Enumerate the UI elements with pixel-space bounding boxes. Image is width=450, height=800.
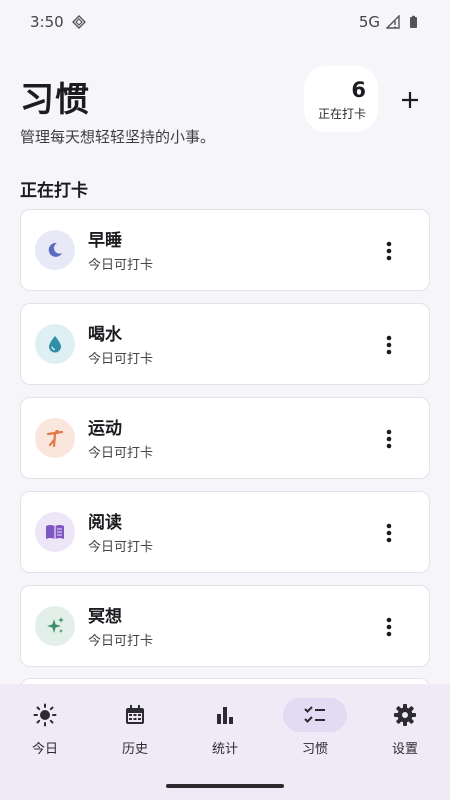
nfc-icon bbox=[71, 15, 86, 29]
active-count-value: 6 bbox=[351, 77, 366, 102]
nav-icon-wrap bbox=[373, 698, 437, 732]
habit-icon-badge bbox=[35, 418, 75, 458]
checklist-icon bbox=[304, 706, 325, 723]
habit-texts: 阅读 今日可打卡 bbox=[88, 512, 153, 555]
more-vert-icon bbox=[386, 523, 392, 543]
more-vert-icon bbox=[386, 241, 392, 261]
status-right: 5G bbox=[359, 13, 420, 31]
habit-status: 今日可打卡 bbox=[88, 258, 154, 273]
signal-icon bbox=[386, 15, 400, 29]
habit-status: 今日可打卡 bbox=[88, 540, 154, 555]
calendar-icon bbox=[126, 705, 144, 724]
book-icon bbox=[46, 525, 64, 539]
habit-name: 喝水 bbox=[88, 325, 122, 345]
habit-card[interactable]: 运动 今日可打卡 bbox=[20, 397, 430, 479]
habit-card[interactable]: 喝水 今日可打卡 bbox=[20, 303, 430, 385]
habit-name: 冥想 bbox=[88, 607, 122, 627]
plus-icon bbox=[402, 92, 418, 108]
nav-icon-wrap bbox=[103, 698, 167, 732]
more-vert-icon bbox=[386, 429, 392, 449]
habit-name: 运动 bbox=[88, 419, 122, 439]
add-habit-button[interactable] bbox=[396, 86, 424, 114]
home-indicator[interactable] bbox=[166, 784, 284, 788]
more-options-button[interactable] bbox=[377, 519, 401, 547]
habit-texts: 喝水 今日可打卡 bbox=[88, 324, 153, 367]
exercise-icon bbox=[46, 430, 64, 448]
bar-chart-icon bbox=[217, 707, 233, 724]
nav-icon-wrap bbox=[13, 698, 77, 732]
more-vert-icon bbox=[386, 617, 392, 637]
nav-item-stats[interactable]: 统计 bbox=[180, 684, 270, 800]
habit-icon-badge bbox=[35, 230, 75, 270]
nav-item-settings[interactable]: 设置 bbox=[360, 684, 450, 800]
moon-icon bbox=[48, 242, 62, 257]
active-count-label: 正在打卡 bbox=[317, 106, 366, 121]
habit-card[interactable]: 冥想 今日可打卡 bbox=[20, 585, 430, 667]
more-vert-icon bbox=[386, 335, 392, 355]
habit-icon-badge bbox=[35, 606, 75, 646]
active-count-card: 6 正在打卡 bbox=[304, 66, 378, 132]
habit-status: 今日可打卡 bbox=[88, 446, 154, 461]
page-header: 习惯 管理每天想轻轻坚持的小事。 6 正在打卡 bbox=[20, 66, 430, 156]
habit-card[interactable]: 阅读 今日可打卡 bbox=[20, 491, 430, 573]
status-left: 3:50 bbox=[30, 13, 86, 31]
nav-label: 历史 bbox=[121, 742, 148, 757]
more-options-button[interactable] bbox=[377, 613, 401, 641]
nav-label: 今日 bbox=[31, 742, 58, 757]
page-title: 习惯 bbox=[20, 80, 90, 120]
more-options-button[interactable] bbox=[377, 331, 401, 359]
status-bar: 3:50 5G bbox=[0, 0, 450, 44]
nav-item-habits[interactable]: 习惯 bbox=[270, 684, 360, 800]
status-time: 3:50 bbox=[30, 13, 64, 31]
network-label: 5G bbox=[358, 13, 380, 31]
gear-icon bbox=[394, 704, 416, 726]
water-drop-icon bbox=[49, 336, 61, 353]
habit-status: 今日可打卡 bbox=[88, 352, 154, 367]
page-subtitle: 管理每天想轻轻坚持的小事。 bbox=[20, 128, 216, 146]
nav-icon-wrap bbox=[283, 698, 347, 732]
habit-texts: 运动 今日可打卡 bbox=[88, 418, 153, 461]
habit-card[interactable]: 早睡 今日可打卡 bbox=[20, 209, 430, 291]
nav-icon-wrap bbox=[193, 698, 257, 732]
sparkle-icon bbox=[47, 617, 64, 633]
bottom-nav: 今日 历史 统计 习惯 设置 bbox=[0, 684, 450, 800]
battery-icon bbox=[410, 15, 417, 28]
more-options-button[interactable] bbox=[377, 237, 401, 265]
habit-status: 今日可打卡 bbox=[88, 634, 154, 649]
nav-item-today[interactable]: 今日 bbox=[0, 684, 90, 800]
nav-label: 习惯 bbox=[301, 742, 328, 757]
habit-name: 早睡 bbox=[88, 231, 122, 251]
habit-icon-badge bbox=[35, 512, 75, 552]
habit-icon-badge bbox=[35, 324, 75, 364]
habit-list: 早睡 今日可打卡 喝水 今日可打卡 运动 今日可打卡 阅读 今日可打卡 冥想 今… bbox=[20, 209, 430, 679]
more-options-button[interactable] bbox=[377, 425, 401, 453]
nav-item-history[interactable]: 历史 bbox=[90, 684, 180, 800]
habit-texts: 早睡 今日可打卡 bbox=[88, 230, 153, 273]
habit-name: 阅读 bbox=[88, 513, 122, 533]
habit-texts: 冥想 今日可打卡 bbox=[88, 606, 153, 649]
nav-label: 设置 bbox=[391, 742, 418, 757]
nav-label: 统计 bbox=[211, 742, 238, 757]
section-title: 正在打卡 bbox=[20, 181, 88, 201]
sun-icon bbox=[33, 703, 57, 727]
